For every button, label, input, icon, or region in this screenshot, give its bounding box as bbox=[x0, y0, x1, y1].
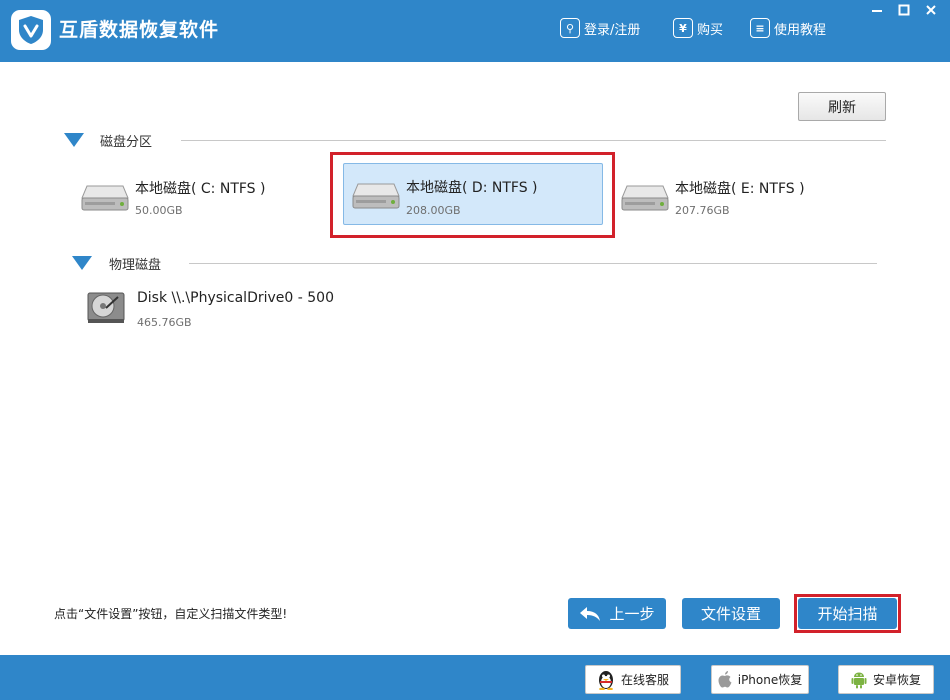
buy-label: 购买 bbox=[697, 22, 724, 38]
hard-disk-platter-icon bbox=[87, 292, 125, 323]
title-bar: 互盾数据恢复软件 ⚲ 登录/注册 ¥ 购买 ≡ 使用教程 bbox=[0, 0, 950, 62]
apple-icon bbox=[718, 671, 732, 688]
app-logo bbox=[11, 10, 51, 50]
maximize-icon bbox=[898, 4, 910, 16]
section-divider bbox=[189, 263, 877, 264]
back-arrow-icon bbox=[580, 606, 601, 621]
refresh-button[interactable]: 刷新 bbox=[798, 92, 886, 121]
drive-e-card[interactable]: 本地磁盘( E: NTFS ) 207.76GB bbox=[612, 165, 852, 227]
physical-disk-card[interactable]: Disk \\.\PhysicalDrive0 - 500 465.76GB bbox=[76, 278, 396, 329]
section-divider bbox=[181, 140, 886, 141]
close-button[interactable] bbox=[919, 0, 943, 20]
partitions-section-header: 磁盘分区 bbox=[64, 130, 886, 150]
bottom-bar: 在线客服 iPhone恢复 安卓恢复 bbox=[0, 655, 950, 700]
drive-name: 本地磁盘( C: NTFS ) bbox=[135, 181, 266, 197]
key-icon: ⚲ bbox=[560, 18, 580, 38]
hint-text: 点击“文件设置”按钮，自定义扫描文件类型! bbox=[54, 607, 288, 621]
hard-drive-icon bbox=[352, 183, 400, 209]
yen-icon: ¥ bbox=[673, 18, 693, 38]
file-settings-button[interactable]: 文件设置 bbox=[682, 598, 780, 629]
tutorial-link[interactable]: ≡ 使用教程 bbox=[750, 16, 826, 40]
drive-name: 本地磁盘( E: NTFS ) bbox=[675, 181, 805, 197]
previous-step-label: 上一步 bbox=[609, 605, 655, 623]
disk-size: 465.76GB bbox=[137, 316, 192, 329]
android-recovery-label: 安卓恢复 bbox=[872, 673, 921, 687]
android-recovery-button[interactable]: 安卓恢复 bbox=[838, 665, 934, 694]
android-icon bbox=[851, 671, 867, 689]
document-icon: ≡ bbox=[750, 18, 770, 38]
main-content: 刷新 磁盘分区 本地磁盘( C: NTFS ) 50.00GB 本地磁盘( D:… bbox=[0, 62, 950, 655]
login-register-link[interactable]: ⚲ 登录/注册 bbox=[560, 16, 640, 40]
drive-size: 50.00GB bbox=[135, 204, 183, 217]
drive-d-card[interactable]: 本地磁盘( D: NTFS ) 208.00GB bbox=[343, 163, 603, 225]
physical-section-header: 物理磁盘 bbox=[72, 253, 877, 273]
hard-drive-icon bbox=[81, 185, 129, 211]
drive-c-card[interactable]: 本地磁盘( C: NTFS ) 50.00GB bbox=[72, 165, 312, 227]
online-support-label: 在线客服 bbox=[620, 673, 669, 687]
partitions-section-title: 磁盘分区 bbox=[100, 135, 153, 150]
close-icon bbox=[926, 5, 936, 15]
shield-logo-icon bbox=[19, 16, 43, 44]
disk-name: Disk \\.\PhysicalDrive0 - 500 bbox=[137, 290, 334, 306]
hard-drive-icon bbox=[621, 185, 669, 211]
maximize-button[interactable] bbox=[892, 0, 916, 20]
physical-section-title: 物理磁盘 bbox=[109, 258, 162, 273]
buy-link[interactable]: ¥ 购买 bbox=[673, 16, 723, 40]
drive-size: 208.00GB bbox=[406, 204, 461, 217]
drive-name: 本地磁盘( D: NTFS ) bbox=[406, 180, 538, 196]
minimize-button[interactable] bbox=[865, 0, 889, 20]
app-title: 互盾数据恢复软件 bbox=[59, 19, 220, 41]
online-support-button[interactable]: 在线客服 bbox=[585, 665, 681, 694]
iphone-recovery-label: iPhone恢复 bbox=[737, 673, 803, 687]
tutorial-label: 使用教程 bbox=[774, 22, 827, 38]
login-register-label: 登录/注册 bbox=[584, 22, 641, 38]
previous-step-button[interactable]: 上一步 bbox=[568, 598, 666, 629]
iphone-recovery-button[interactable]: iPhone恢复 bbox=[711, 665, 809, 694]
collapse-triangle-icon[interactable] bbox=[64, 133, 84, 147]
qq-penguin-icon bbox=[597, 670, 615, 690]
minimize-icon bbox=[872, 10, 882, 12]
start-scan-button[interactable]: 开始扫描 bbox=[798, 598, 897, 629]
drive-size: 207.76GB bbox=[675, 204, 730, 217]
collapse-triangle-icon[interactable] bbox=[72, 256, 92, 270]
